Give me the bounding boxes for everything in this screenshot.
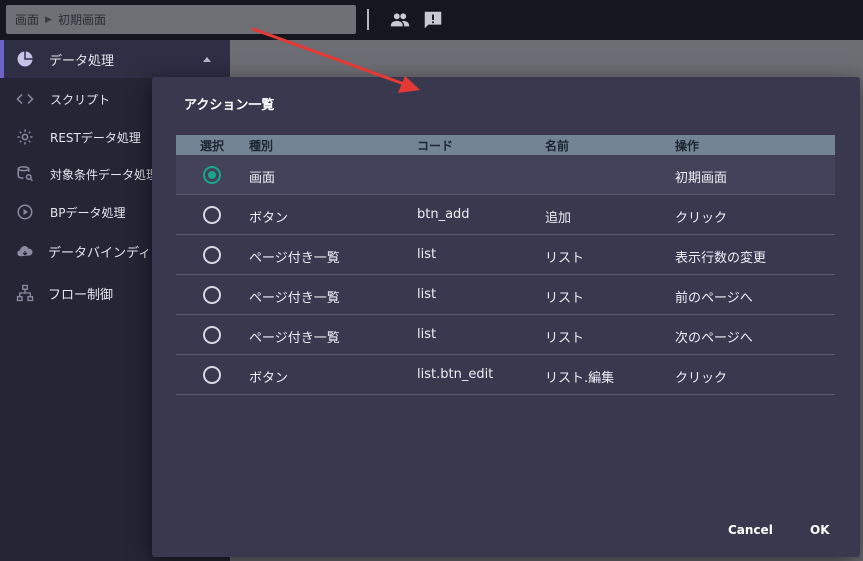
cell-action: 前のページへ	[675, 291, 753, 306]
flow-icon	[16, 284, 34, 302]
table-row[interactable]: ボタン btn_add 追加 クリック	[176, 195, 835, 235]
cell-action: 次のページへ	[675, 331, 753, 346]
cell-kind: ページ付き一覧	[249, 331, 340, 346]
breadcrumb[interactable]: 画面 ▶ 初期画面	[6, 5, 356, 34]
cell-name: リスト	[545, 251, 585, 266]
sidebar-item-label: BPデータ処理	[50, 205, 126, 220]
row-radio-button[interactable]	[203, 246, 221, 264]
column-header-action: 操作	[675, 139, 700, 153]
sidebar-item-label: データ処理	[49, 53, 115, 69]
top-bar: 画面 ▶ 初期画面	[0, 0, 863, 40]
people-icon[interactable]	[388, 9, 412, 31]
cell-name: リスト	[545, 331, 585, 346]
sidebar-item-label: スクリプト	[50, 92, 111, 107]
ok-button[interactable]: OK	[810, 523, 830, 537]
breadcrumb-current: 初期画面	[57, 13, 106, 27]
row-radio-button[interactable]	[203, 366, 221, 384]
cell-kind: 画面	[249, 171, 276, 186]
cloud-icon	[16, 242, 34, 260]
cell-code: list	[417, 287, 437, 302]
table-row[interactable]: ページ付き一覧 list リスト 前のページへ	[176, 275, 835, 315]
cell-kind: ボタン	[249, 371, 289, 386]
chart-pie-icon	[16, 50, 34, 68]
sidebar-item-data-processing[interactable]: データ処理	[0, 40, 230, 78]
table-row[interactable]: 画面 初期画面	[176, 155, 835, 195]
code-icon	[16, 90, 34, 108]
dialog-title: アクション一覧	[184, 98, 275, 113]
sidebar-item-label: RESTデータ処理	[50, 130, 141, 145]
database-search-icon	[16, 165, 34, 183]
cell-action: 表示行数の変更	[675, 251, 767, 266]
cell-action: クリック	[675, 371, 728, 386]
cell-name: リスト	[545, 291, 585, 306]
row-radio-button[interactable]	[203, 286, 221, 304]
cell-action: クリック	[675, 211, 728, 226]
cell-name: リスト.編集	[545, 371, 615, 386]
breadcrumb-root[interactable]: 画面	[15, 11, 39, 28]
cell-name: 追加	[545, 211, 572, 226]
cell-code: list	[417, 247, 437, 262]
cell-code: list.btn_edit	[417, 367, 494, 382]
cell-kind: ボタン	[249, 211, 289, 226]
breadcrumb-separator-icon: ▶	[45, 14, 52, 25]
column-header-select: 選択	[200, 139, 225, 153]
play-circle-icon	[16, 203, 34, 221]
gear-icon	[16, 128, 34, 146]
table-row[interactable]: ページ付き一覧 list リスト 表示行数の変更	[176, 235, 835, 275]
chevron-up-icon[interactable]	[203, 57, 211, 62]
cell-action: 初期画面	[675, 171, 728, 186]
table-row[interactable]: ボタン list.btn_edit リスト.編集 クリック	[176, 355, 835, 395]
cell-code: btn_add	[417, 207, 470, 222]
table-header: 選択 種別 コード 名前 操作	[176, 135, 835, 155]
toolbar-divider	[367, 9, 369, 30]
action-list-dialog: アクション一覧 選択 種別 コード 名前 操作 画面 初期画面 ボタン btn_…	[152, 77, 860, 557]
cell-kind: ページ付き一覧	[249, 291, 340, 306]
feedback-icon[interactable]	[421, 9, 445, 31]
sidebar-item-label: 対象条件データ処理	[50, 167, 159, 182]
row-radio-button[interactable]	[203, 326, 221, 344]
cancel-button[interactable]: Cancel	[728, 523, 773, 537]
cell-kind: ページ付き一覧	[249, 251, 340, 266]
cell-code: list	[417, 327, 437, 342]
table-row[interactable]: ページ付き一覧 list リスト 次のページへ	[176, 315, 835, 355]
row-radio-button[interactable]	[203, 166, 221, 184]
column-header-code: コード	[417, 139, 454, 153]
column-header-kind: 種別	[249, 139, 274, 153]
column-header-name: 名前	[545, 139, 570, 153]
sidebar-item-label: フロー制御	[48, 287, 114, 303]
row-radio-button[interactable]	[203, 206, 221, 224]
